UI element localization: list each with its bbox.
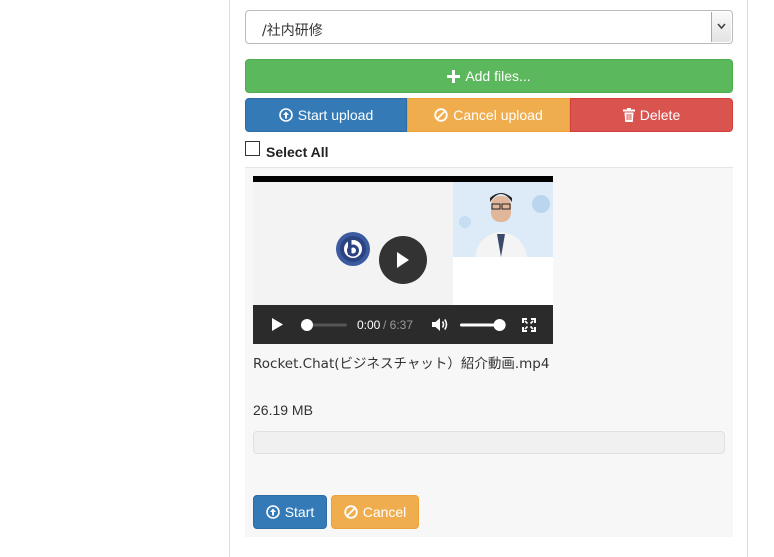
play-icon: [397, 252, 409, 268]
play-overlay-button[interactable]: [379, 236, 427, 284]
file-size: 26.19 MB: [253, 402, 313, 418]
cancel-upload-label: Cancel upload: [453, 107, 543, 123]
bigbluebutton-logo: [335, 231, 371, 272]
folder-select[interactable]: /社内研修: [245, 10, 733, 44]
cancel-upload-button[interactable]: Cancel upload: [407, 98, 570, 132]
video-controls: 0:00 / 6:37: [253, 305, 553, 344]
start-upload-label: Start upload: [297, 107, 374, 123]
volume-slider[interactable]: [458, 317, 510, 333]
circle-arrow-up-icon: [278, 108, 293, 122]
plus-icon: [447, 69, 461, 83]
seek-slider[interactable]: [299, 317, 349, 333]
folder-select-value: /社内研修: [262, 23, 323, 39]
start-button[interactable]: Start: [253, 495, 327, 529]
delete-label: Delete: [639, 107, 681, 123]
ban-icon: [434, 108, 448, 122]
cancel-label: Cancel: [362, 504, 407, 520]
video-frame-presenter: [453, 182, 553, 257]
video-player[interactable]: 0:00 / 6:37: [253, 176, 553, 344]
start-label: Start: [284, 504, 315, 520]
ban-icon: [344, 505, 358, 519]
play-icon[interactable]: [271, 317, 284, 332]
duration: / 6:37: [383, 318, 414, 332]
add-files-button[interactable]: Add files...: [245, 59, 733, 93]
start-upload-button[interactable]: Start upload: [245, 98, 407, 132]
fullscreen-icon[interactable]: [522, 318, 536, 332]
current-time: 0:00: [357, 318, 381, 332]
select-all-label[interactable]: Select All: [266, 144, 329, 160]
volume-icon[interactable]: [431, 317, 449, 332]
circle-arrow-up-icon: [265, 505, 280, 519]
select-all-checkbox[interactable]: [245, 141, 260, 156]
file-name: Rocket.Chat(ビジネスチャット）紹介動画.mp4: [253, 356, 550, 372]
chevron-down-icon[interactable]: [711, 12, 731, 42]
trash-icon: [622, 108, 635, 122]
delete-button[interactable]: Delete: [570, 98, 733, 132]
cancel-button[interactable]: Cancel: [331, 495, 419, 529]
upload-progress-bar: [253, 431, 725, 454]
add-files-label: Add files...: [465, 68, 531, 84]
